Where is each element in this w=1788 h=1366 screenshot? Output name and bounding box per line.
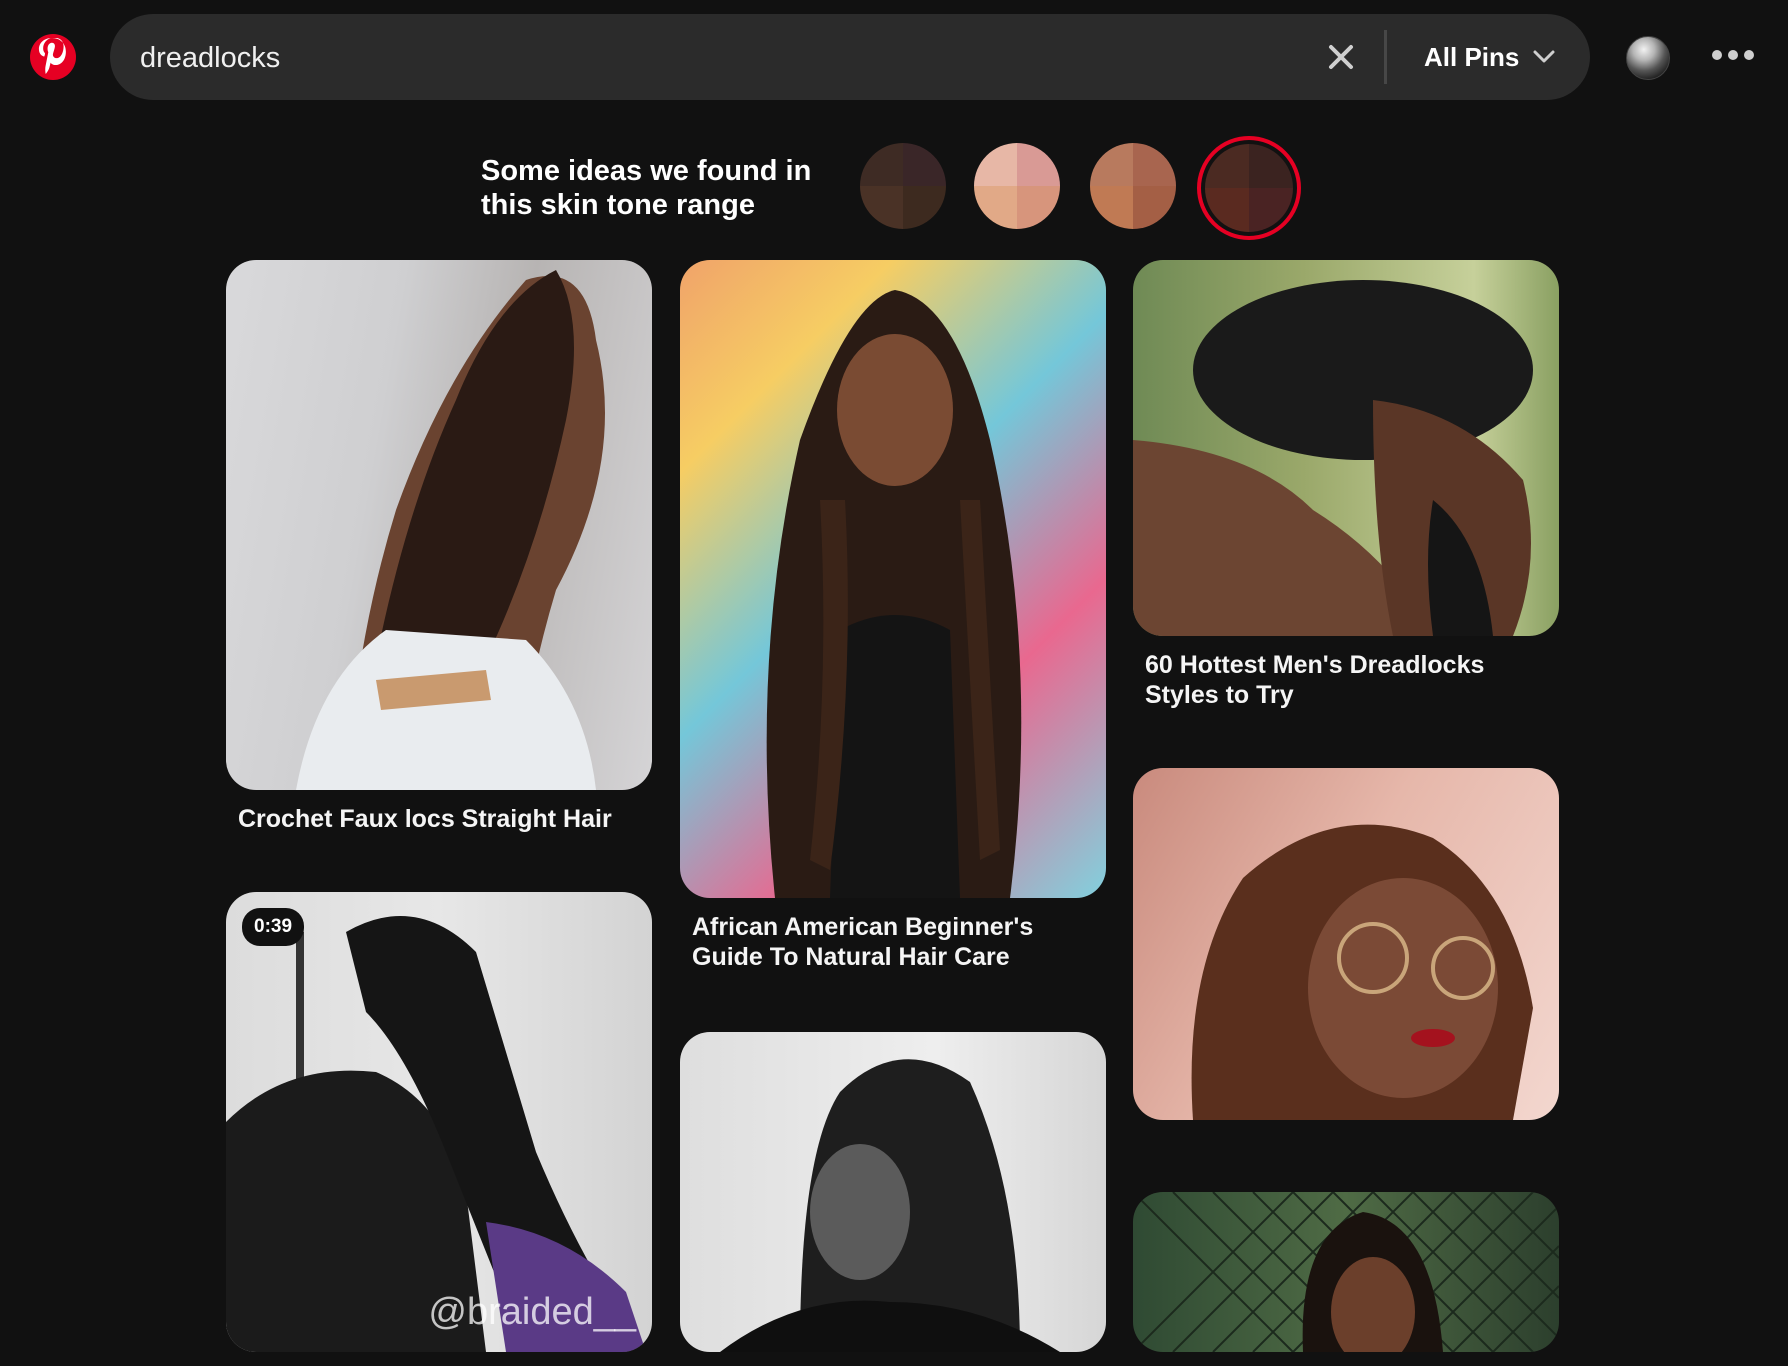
pin-image-art	[1133, 280, 1533, 636]
pin-card[interactable]	[680, 1032, 1106, 1366]
dot-icon	[1744, 50, 1754, 60]
pin-card[interactable]	[1133, 768, 1559, 1134]
skin-tone-swatch-deep[interactable]	[860, 143, 946, 229]
pinterest-p-icon	[38, 38, 66, 74]
pin-video-thumbnail: 0:39 @braided__	[226, 892, 652, 1352]
pin-card[interactable]: 0:39 @braided__	[226, 892, 652, 1366]
close-icon	[1329, 45, 1353, 69]
pin-caption: 60 Hottest Men's Dreadlocks Styles to Tr…	[1145, 651, 1485, 709]
chevron-down-icon	[1533, 50, 1555, 63]
pin-card[interactable]: Crochet Faux locs Straight Hair	[226, 260, 652, 834]
pin-image	[226, 260, 652, 790]
pin-watermark: @braided__	[428, 1291, 636, 1333]
pin-image-art	[296, 270, 605, 790]
pinterest-logo-icon[interactable]	[30, 34, 76, 80]
pin-image-art	[1133, 1192, 1559, 1352]
pin-card[interactable]	[1133, 1192, 1559, 1366]
pin-image	[680, 260, 1106, 898]
pin-image-art	[720, 1059, 1060, 1352]
pin-card[interactable]: African American Beginner's Guide To Nat…	[680, 260, 1106, 972]
pin-filter-dropdown[interactable]: All Pins	[1424, 36, 1555, 78]
pin-image-art	[1191, 824, 1533, 1120]
skin-tone-swatch-light[interactable]	[974, 143, 1060, 229]
pin-image	[680, 1032, 1106, 1352]
pin-image-art	[226, 916, 646, 1352]
pin-card[interactable]: 60 Hottest Men's Dreadlocks Styles to Tr…	[1133, 260, 1559, 710]
clear-search-button[interactable]	[1324, 40, 1358, 74]
pin-filter-label: All Pins	[1424, 41, 1520, 72]
search-bar: All Pins	[110, 14, 1590, 100]
skin-tone-heading-line2: this skin tone range	[481, 189, 755, 221]
skin-tone-swatch-dark[interactable]	[1205, 144, 1293, 232]
dot-icon	[1712, 50, 1722, 60]
skin-tone-swatch-medium[interactable]	[1090, 143, 1176, 229]
skin-tone-heading: Some ideas we found in this skin tone ra…	[481, 154, 841, 222]
more-options-button[interactable]	[1712, 50, 1754, 60]
pin-caption: African American Beginner's Guide To Nat…	[692, 913, 1034, 971]
pin-caption: Crochet Faux locs Straight Hair	[238, 805, 612, 833]
pin-image	[1133, 1192, 1559, 1352]
user-avatar[interactable]	[1626, 36, 1670, 80]
pin-image	[1133, 768, 1559, 1120]
video-duration-badge: 0:39	[242, 908, 305, 946]
skin-tone-heading-line1: Some ideas we found in	[481, 155, 812, 187]
pin-image	[1133, 260, 1559, 636]
pin-image-art	[766, 290, 1022, 898]
search-divider	[1384, 30, 1387, 84]
search-input[interactable]	[138, 34, 1342, 82]
dot-icon	[1728, 50, 1738, 60]
